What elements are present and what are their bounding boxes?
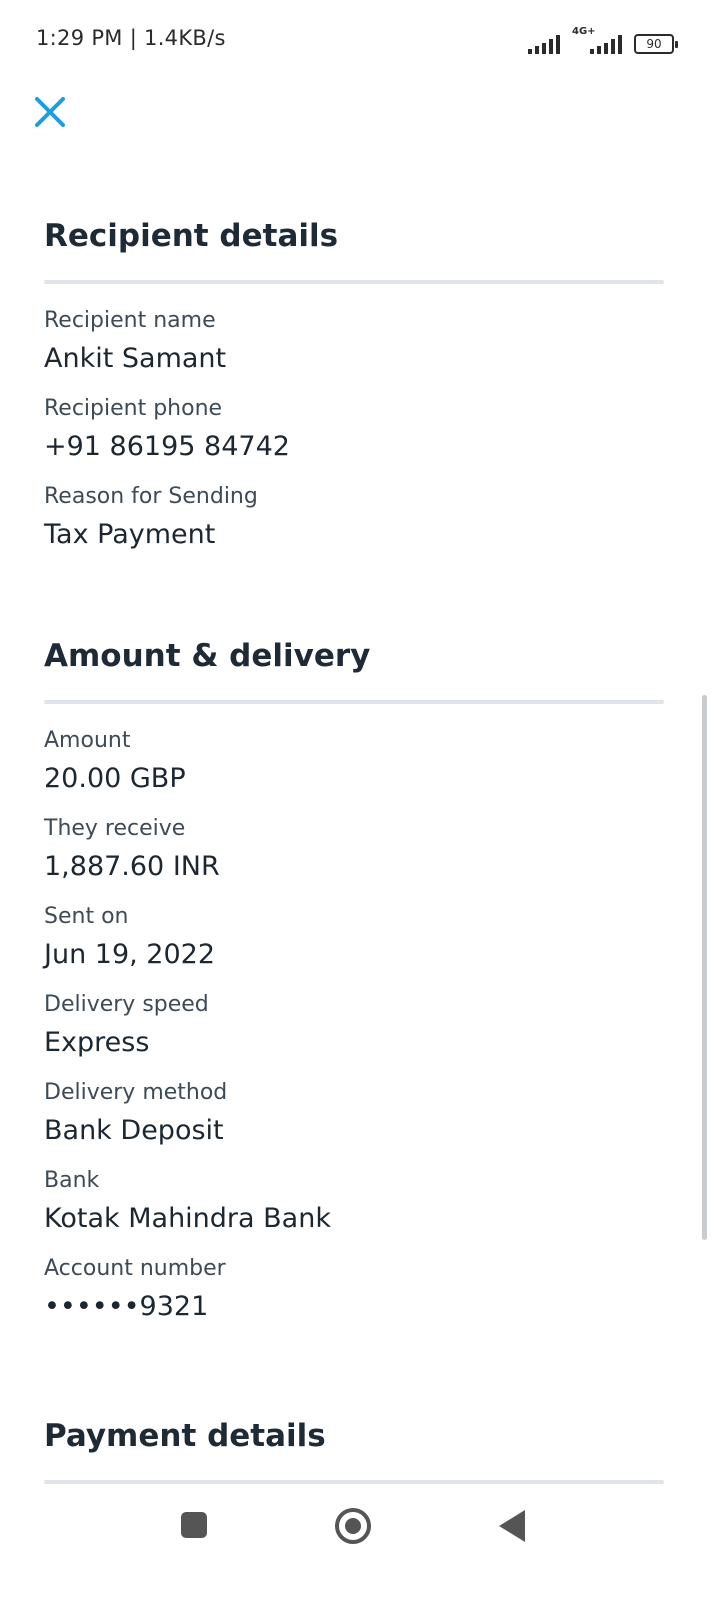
field-delivery-method: Delivery method Bank Deposit (44, 1080, 664, 1146)
status-bar: 1:29 PM | 1.4KB/s 4G+ 90 (0, 0, 720, 80)
field-delivery-speed: Delivery speed Express (44, 992, 664, 1058)
field-label: Amount (44, 728, 131, 753)
field-label: Recipient phone (44, 396, 223, 421)
field-value: +91 86195 84742 (44, 431, 290, 462)
network-signal-icon: 4G+ (568, 26, 622, 54)
field-recipient-phone: Recipient phone +91 86195 84742 (44, 396, 664, 462)
amount-fields: Amount 20.00 GBP They receive 1,887.60 I… (44, 728, 664, 1322)
field-value: Jun 19, 2022 (44, 939, 216, 970)
screen: 1:29 PM | 1.4KB/s 4G+ 90 Recipient detai… (0, 0, 720, 1600)
field-amount: Amount 20.00 GBP (44, 728, 664, 794)
system-nav-bar (0, 1490, 720, 1600)
battery-level: 90 (646, 37, 662, 51)
payment-section-title: Payment details (44, 1418, 326, 1454)
triangle-back-icon[interactable] (499, 1510, 525, 1542)
divider (44, 700, 664, 704)
field-label: Reason for Sending (44, 484, 258, 509)
status-icons: 4G+ 90 (528, 26, 678, 54)
divider (44, 280, 664, 284)
recipient-fields: Recipient name Ankit Samant Recipient ph… (44, 308, 664, 550)
status-time-speed: 1:29 PM | 1.4KB/s (36, 26, 226, 50)
field-value: ••••••9321 (44, 1291, 209, 1322)
field-they-receive: They receive 1,887.60 INR (44, 816, 664, 882)
recipient-section-title: Recipient details (44, 218, 339, 254)
field-recipient-name: Recipient name Ankit Samant (44, 308, 664, 374)
payment-section: Payment details (44, 1418, 664, 1484)
field-value: Express (44, 1027, 150, 1058)
circle-icon[interactable] (335, 1508, 371, 1544)
close-button[interactable] (30, 92, 70, 132)
close-icon (35, 97, 65, 127)
field-label: Delivery method (44, 1080, 228, 1105)
field-label: Delivery speed (44, 992, 209, 1017)
field-value: Bank Deposit (44, 1115, 224, 1146)
field-value: Kotak Mahindra Bank (44, 1203, 331, 1234)
field-value: Ankit Samant (44, 343, 227, 374)
square-icon[interactable] (181, 1512, 207, 1538)
field-label: Recipient name (44, 308, 216, 333)
field-reason: Reason for Sending Tax Payment (44, 484, 664, 550)
recipient-section: Recipient details (44, 218, 664, 284)
field-value: Tax Payment (44, 519, 216, 550)
field-label: They receive (44, 816, 186, 841)
field-bank: Bank Kotak Mahindra Bank (44, 1168, 664, 1234)
field-label: Sent on (44, 904, 129, 929)
field-label: Bank (44, 1168, 100, 1193)
field-value: 20.00 GBP (44, 763, 186, 794)
amount-section-title: Amount & delivery (44, 638, 371, 674)
field-sent-on: Sent on Jun 19, 2022 (44, 904, 664, 970)
field-account-number: Account number ••••••9321 (44, 1256, 664, 1322)
signal-icon (528, 34, 560, 54)
amount-section: Amount & delivery (44, 638, 664, 704)
scrollbar[interactable] (702, 695, 707, 1240)
field-label: Account number (44, 1256, 226, 1281)
divider (44, 1480, 664, 1484)
field-value: 1,887.60 INR (44, 851, 220, 882)
battery-icon: 90 (634, 34, 678, 54)
